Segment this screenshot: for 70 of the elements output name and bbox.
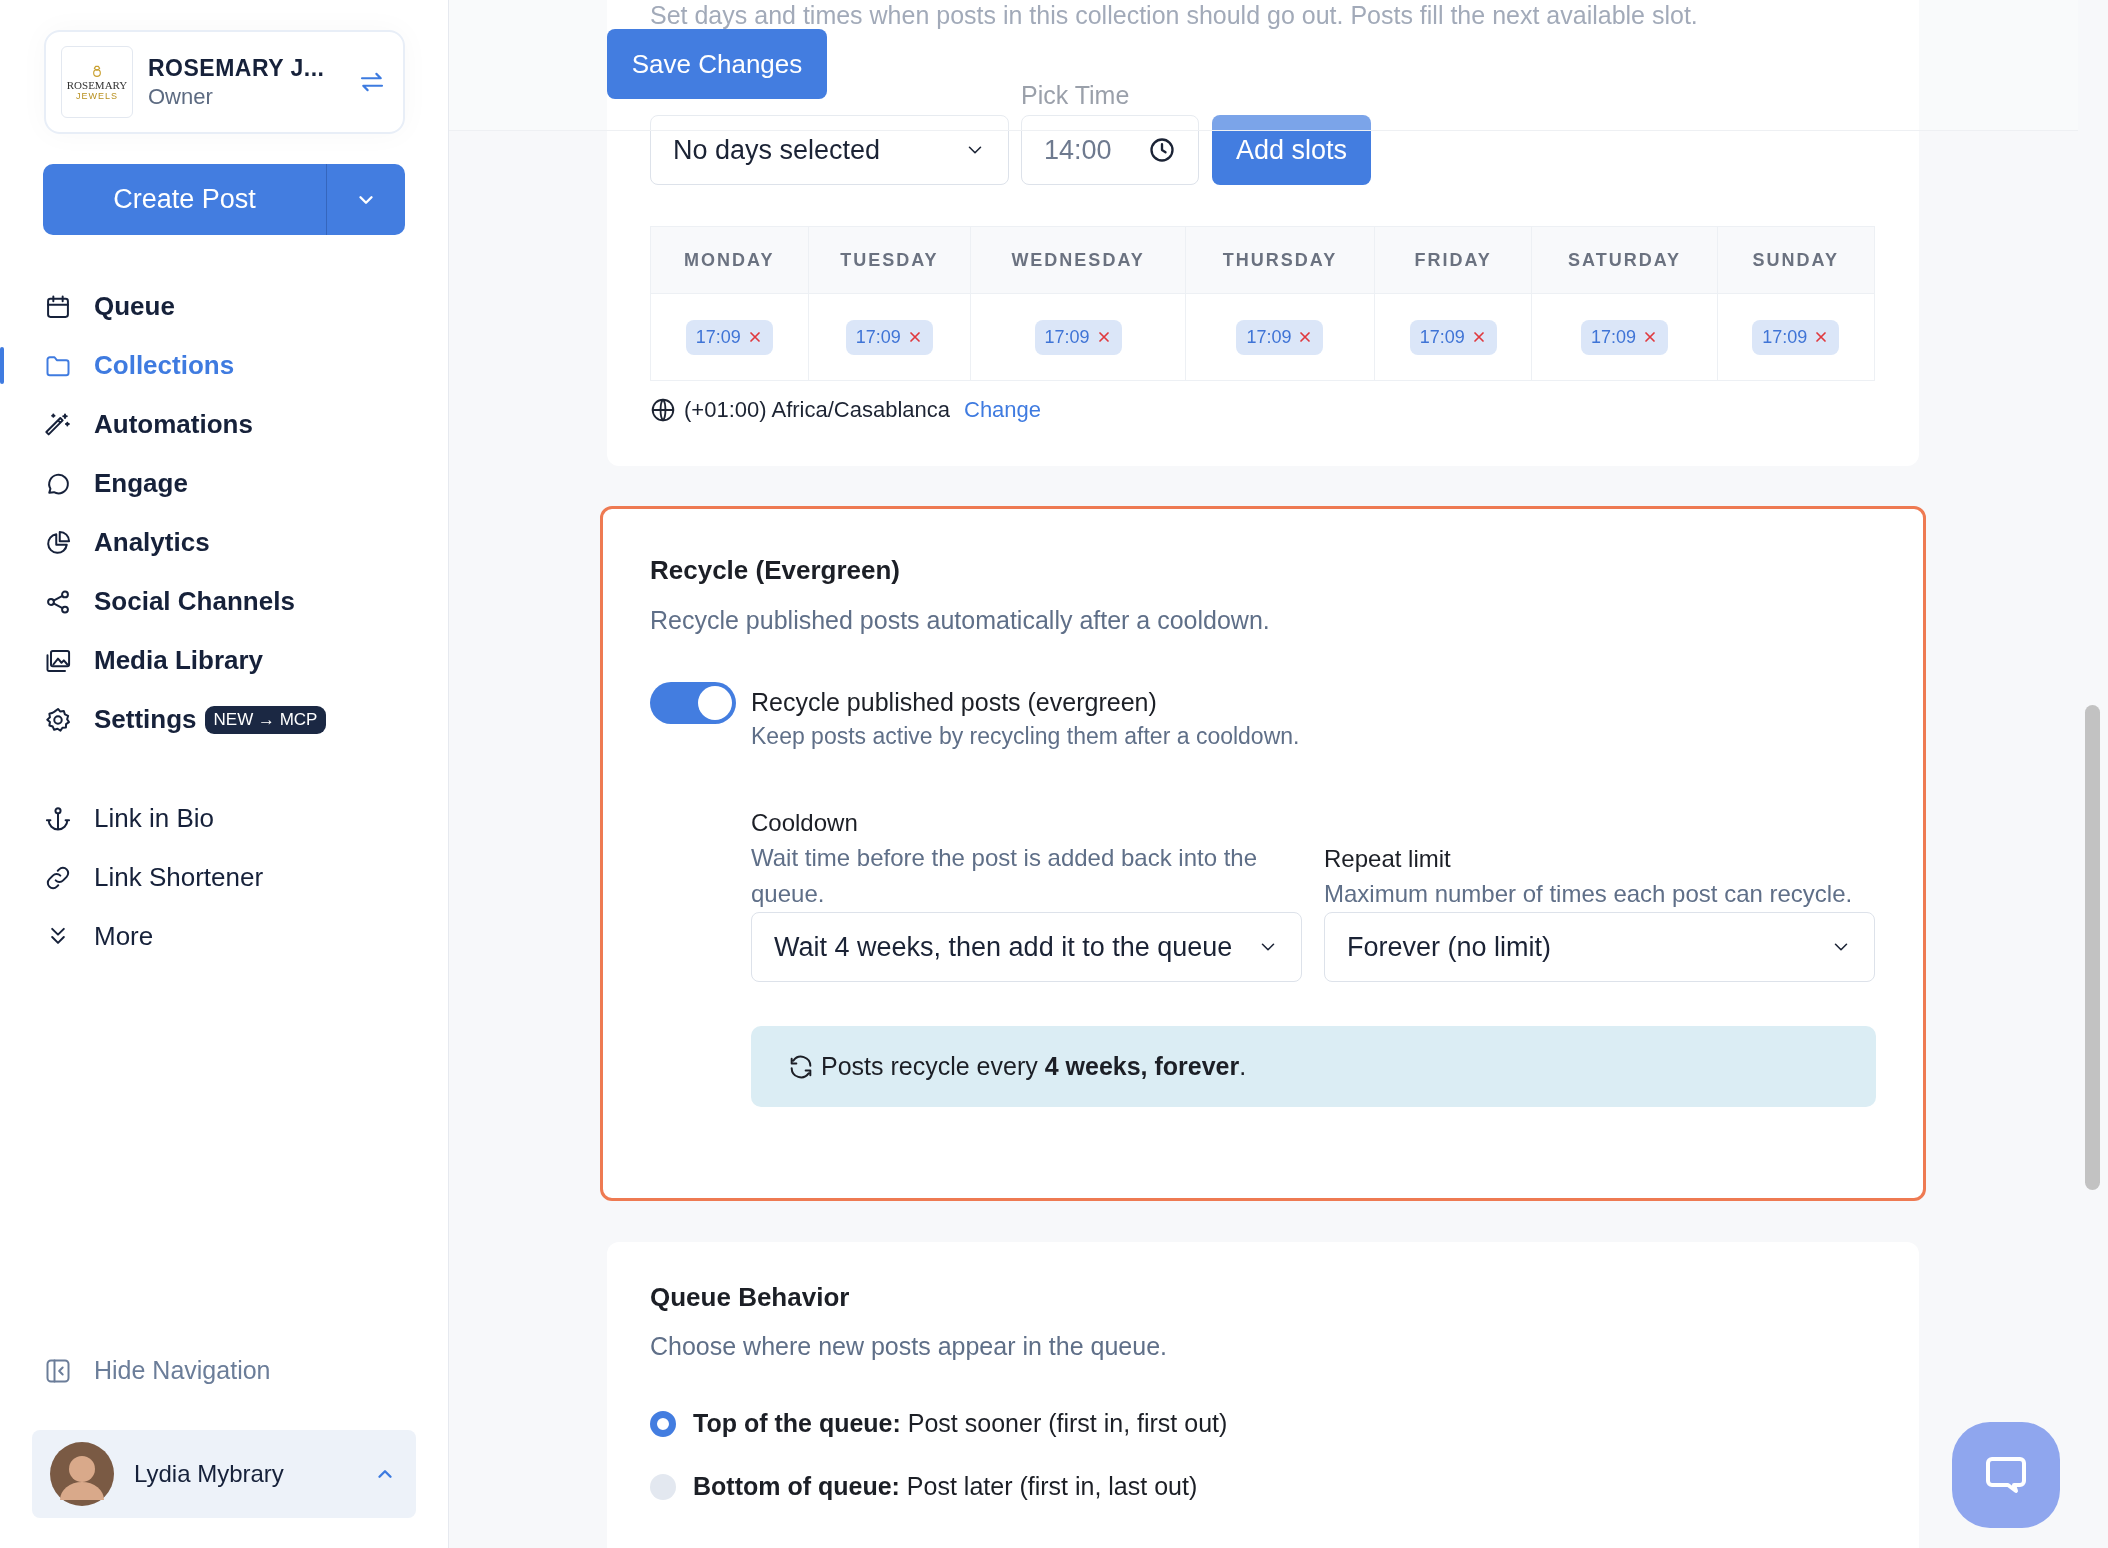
logo-name: ROSEMARY [66, 79, 128, 91]
nav-item[interactable]: Link in Bio [0, 789, 448, 848]
nav-item[interactable]: Link Shortener [0, 848, 448, 907]
field-hint: Wait time before the post is added back into the queue. [751, 843, 1259, 909]
time-slot-chip[interactable]: 17:09 [1236, 319, 1324, 355]
radio-label[interactable]: Top of the queue: Post sooner (first in, first out) [693, 1409, 1228, 1438]
radio-button[interactable] [650, 1410, 676, 1437]
day-header: SATURDAY [1531, 226, 1718, 294]
remove-icon [1642, 329, 1658, 345]
avatar [50, 1442, 114, 1506]
nav-item[interactable]: Media Library [0, 631, 448, 690]
summary-text: Posts recycle every 4 weeks, forever. [821, 1052, 1247, 1081]
logo-tagline: JEWELS [76, 91, 118, 101]
select-field[interactable]: Forever (no limit) [1324, 912, 1875, 982]
time-slot-chip[interactable]: 17:09 [685, 319, 773, 355]
nav-item[interactable]: More [0, 907, 448, 966]
time-slot-chip[interactable]: 17:09 [1409, 319, 1497, 355]
section-title: Queue Behavior [650, 1281, 851, 1314]
select-field[interactable]: Wait 4 weeks, then add it to the queue [751, 912, 1302, 982]
save-changes-button[interactable]: Save Changes [607, 29, 827, 99]
day-header: TUESDAY [808, 226, 971, 294]
add-slots-button[interactable]: Add slots [1212, 115, 1371, 185]
day-header: MONDAY [650, 226, 808, 294]
globe-icon [650, 397, 676, 423]
toggle-hint: Keep posts active by recycling them after a cooldown. [751, 722, 1300, 751]
nav-item[interactable]: Engage [0, 454, 448, 513]
section-description: Recycle published posts automatically after a cooldown. [650, 605, 1271, 636]
create-post-button[interactable]: Create Post [43, 164, 327, 235]
settings-icon [44, 705, 72, 734]
hide-navigation-button[interactable]: Hide Navigation [0, 1341, 448, 1400]
change-link[interactable]: Change [964, 397, 1042, 423]
field-label: Cooldown [751, 808, 859, 838]
day-header: SUNDAY [1717, 226, 1875, 294]
section-description: Choose where new posts appear in the queue. [650, 1331, 1169, 1362]
account-name: ROSEMARY J... [148, 54, 326, 82]
toggle-switch[interactable] [650, 682, 736, 724]
anchor-icon [44, 804, 72, 833]
radio-label[interactable]: Bottom of queue: Post later (first in, last out) [693, 1472, 1198, 1501]
user-menu[interactable]: Lydia Mybrary [32, 1430, 416, 1518]
nav-item[interactable]: Queue [0, 277, 448, 336]
field-label: Pick Time [1021, 83, 1131, 107]
nav-item[interactable]: Analytics [0, 513, 448, 572]
nav-item[interactable]: Settings NEW → MCP [0, 690, 448, 749]
account-role: Owner [148, 83, 214, 110]
schedule-description: Set days and times when posts in this collection should go out. Posts fill the next available slot. [650, 0, 1699, 30]
user-name: Lydia Mybrary [134, 1460, 285, 1488]
days-select[interactable]: No days selected [650, 115, 1009, 185]
pie-chart-icon [44, 528, 72, 557]
nav-item[interactable]: Automations [0, 395, 448, 454]
time-slot-chip[interactable]: 17:09 [845, 319, 933, 355]
time-slot-chip[interactable]: 17:09 [1580, 319, 1668, 355]
time-slot-chip[interactable]: 17:09 [1752, 319, 1840, 355]
field-hint: Maximum number of times each post can recycle. [1324, 879, 1854, 909]
account-card[interactable]: ROSEMARY JEWELS ROSEMARY J... Owner [44, 30, 405, 134]
section-title: Recycle (Evergreen) [650, 554, 902, 587]
clock-icon [1148, 136, 1176, 164]
nav-item[interactable]: Social Channels [0, 572, 448, 631]
day-header: WEDNESDAY [970, 226, 1186, 294]
radio-button[interactable] [650, 1473, 676, 1500]
field-label: Repeat limit [1324, 844, 1452, 874]
timezone-text: (+01:00) Africa/Casablanca [684, 397, 950, 423]
toggle-label: Recycle published posts (evergreen) [751, 687, 1158, 718]
time-slot-chip[interactable]: 17:09 [1034, 319, 1122, 355]
time-field[interactable]: 14:00 [1021, 115, 1199, 185]
day-header: FRIDAY [1374, 226, 1532, 294]
scrollbar[interactable] [2085, 705, 2100, 1190]
nav-item[interactable]: Collections [0, 336, 448, 395]
new-badge: NEW → MCP [204, 705, 327, 734]
chat-button[interactable] [1952, 1422, 2060, 1528]
day-header: THURSDAY [1185, 226, 1375, 294]
